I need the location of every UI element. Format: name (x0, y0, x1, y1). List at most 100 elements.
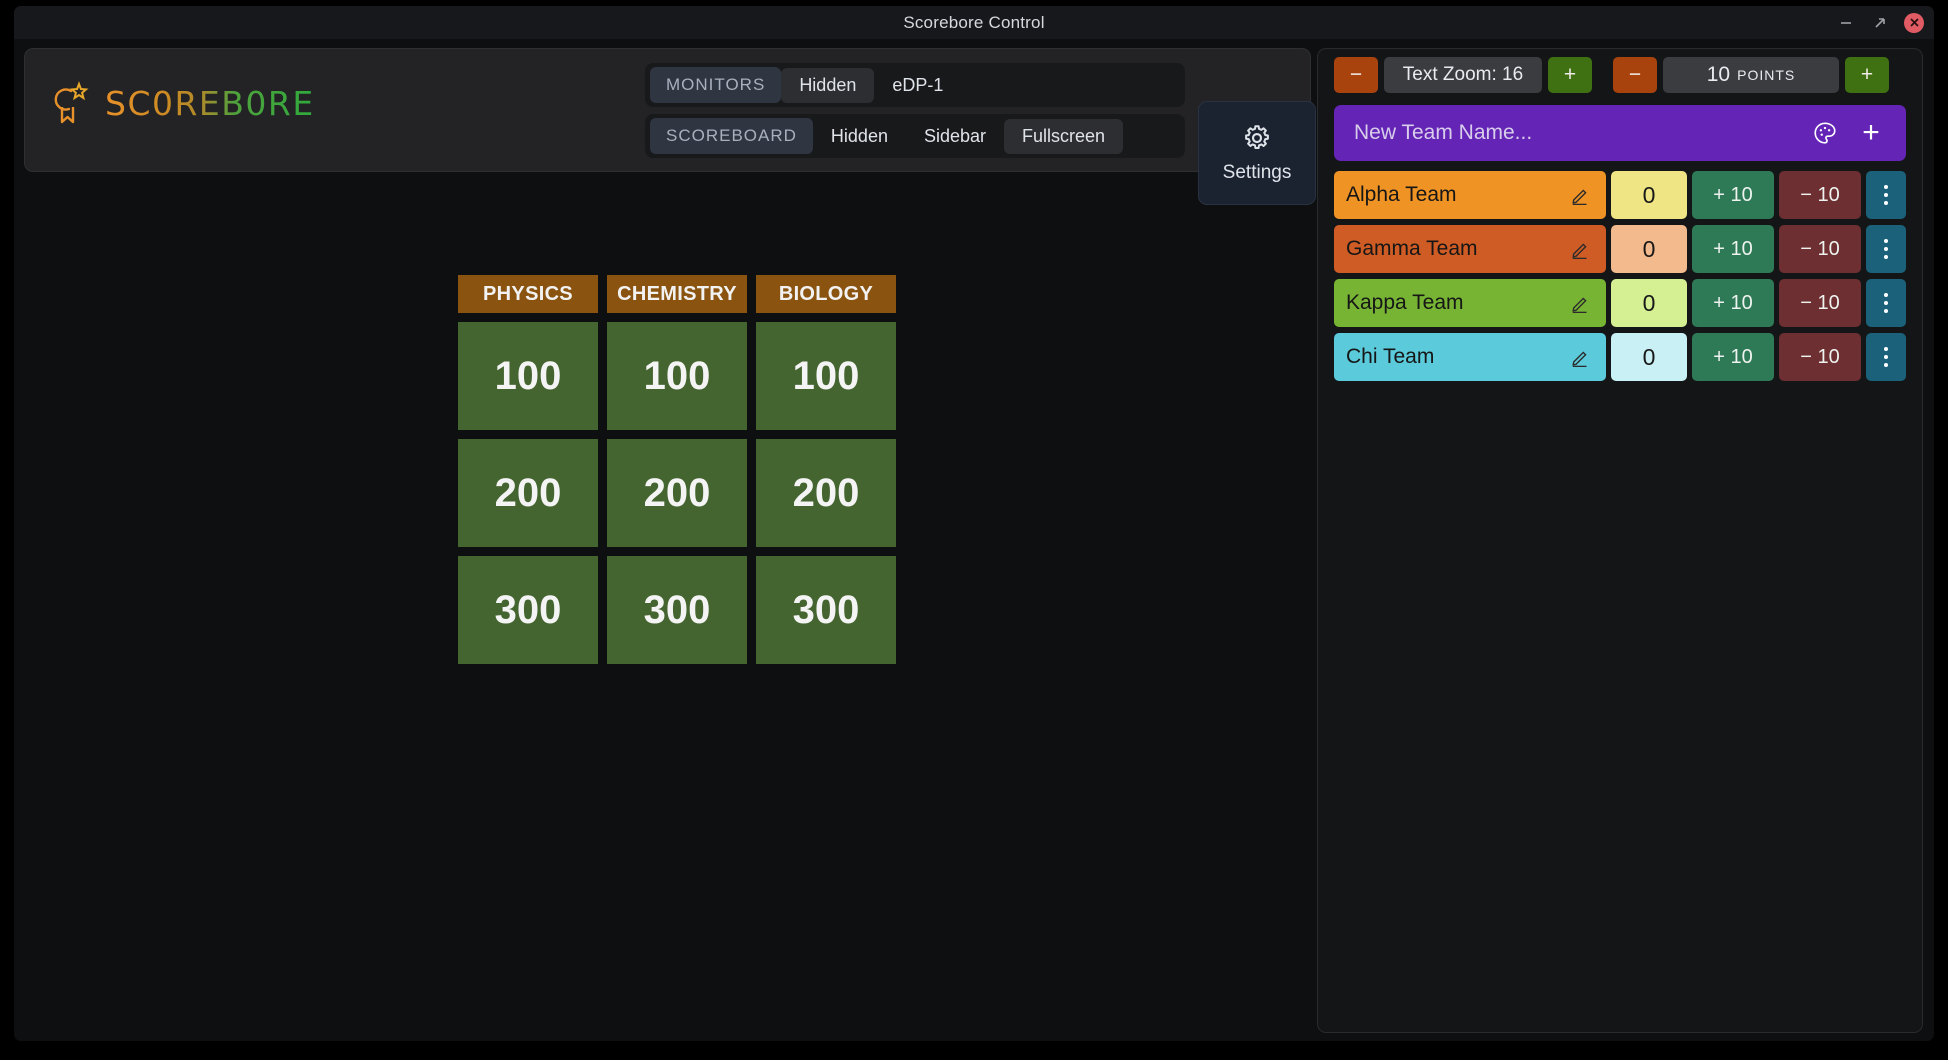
points-amount: 10 (1706, 63, 1731, 86)
team-add-points-button[interactable]: + 10 (1692, 333, 1774, 381)
team-subtract-points-button[interactable]: − 10 (1779, 333, 1861, 381)
team-add-points-button[interactable]: + 10 (1692, 225, 1774, 273)
scoreboard-label: SCOREBOARD (650, 118, 813, 154)
scoreboard-group: SCOREBOARD Hidden Sidebar Fullscreen (645, 114, 1185, 158)
team-name-cell[interactable]: Chi Team (1334, 333, 1606, 381)
team-score-cell[interactable]: 0 (1611, 225, 1687, 273)
points-word: POINTS (1737, 67, 1796, 83)
close-icon[interactable] (1904, 12, 1924, 33)
kebab-dot (1884, 293, 1888, 297)
monitors-group: MONITORS Hidden eDP-1 (645, 63, 1185, 107)
kebab-menu-icon[interactable] (1866, 279, 1906, 327)
table-row: Gamma Team 0 + 10 − 10 (1334, 225, 1906, 273)
team-score-cell[interactable]: 0 (1611, 279, 1687, 327)
teams-panel: − Text Zoom: 16 + − 10 POINTS + New Team… (1317, 48, 1923, 1033)
value-row: 100 100 100 (458, 313, 896, 430)
team-add-points-button[interactable]: + 10 (1692, 171, 1774, 219)
points-decrease-button[interactable]: − (1613, 57, 1657, 93)
text-zoom-stepper: − Text Zoom: 16 + (1334, 57, 1592, 93)
team-name-label: Chi Team (1346, 345, 1435, 368)
window-title: Scorebore Control (903, 12, 1045, 32)
team-score-cell[interactable]: 0 (1611, 171, 1687, 219)
table-row: Kappa Team 0 + 10 − 10 (1334, 279, 1906, 327)
category-cell[interactable]: PHYSICS (458, 275, 598, 313)
value-cell[interactable]: 200 (458, 439, 598, 547)
team-list: Alpha Team 0 + 10 − 10 Gamma Team 0 + 10… (1334, 171, 1906, 381)
team-subtract-points-button[interactable]: − 10 (1779, 279, 1861, 327)
value-cell[interactable]: 100 (607, 322, 747, 430)
points-increase-button[interactable]: + (1845, 57, 1889, 93)
kebab-dot (1884, 239, 1888, 243)
value-row: 300 300 300 (458, 547, 896, 664)
category-cell[interactable]: BIOLOGY (756, 275, 896, 313)
minimize-icon[interactable] (1836, 13, 1856, 33)
scoreboard-option-hidden[interactable]: Hidden (813, 119, 906, 154)
kebab-dot (1884, 363, 1888, 367)
team-subtract-points-button[interactable]: − 10 (1779, 225, 1861, 273)
kebab-dot (1884, 193, 1888, 197)
kebab-menu-icon[interactable] (1866, 333, 1906, 381)
game-board: PHYSICS CHEMISTRY BIOLOGY 100 100 100 20… (458, 275, 896, 664)
kebab-dot (1884, 347, 1888, 351)
team-name-cell[interactable]: Kappa Team (1334, 279, 1606, 327)
monitors-option-hidden[interactable]: Hidden (781, 67, 875, 103)
settings-label: Settings (1222, 161, 1292, 183)
kebab-menu-icon[interactable] (1866, 171, 1906, 219)
pencil-icon[interactable] (1570, 346, 1592, 368)
title-bar: Scorebore Control (14, 6, 1934, 39)
text-zoom-value: Text Zoom: 16 (1384, 57, 1542, 93)
new-team-name-input[interactable] (1352, 120, 1796, 146)
value-cell[interactable]: 300 (607, 556, 747, 664)
team-score-cell[interactable]: 0 (1611, 333, 1687, 381)
value-row: 200 200 200 (458, 430, 896, 547)
team-add-points-button[interactable]: + 10 (1692, 279, 1774, 327)
text-zoom-decrease-button[interactable]: − (1334, 57, 1378, 93)
color-palette-icon[interactable] (1808, 116, 1842, 150)
text-zoom-increase-button[interactable]: + (1548, 57, 1592, 93)
medal-star-icon (54, 81, 89, 124)
team-name-cell[interactable]: Gamma Team (1334, 225, 1606, 273)
pencil-icon[interactable] (1570, 292, 1592, 314)
points-value: 10 POINTS (1663, 57, 1839, 93)
settings-button[interactable]: Settings (1198, 101, 1316, 205)
add-team-button[interactable]: + (1854, 116, 1888, 150)
display-controls: MONITORS Hidden eDP-1 SCOREBOARD Hidden … (645, 63, 1185, 165)
table-row: Alpha Team 0 + 10 − 10 (1334, 171, 1906, 219)
value-cell[interactable]: 100 (458, 322, 598, 430)
team-name-label: Gamma Team (1346, 237, 1478, 260)
pencil-icon[interactable] (1570, 238, 1592, 260)
value-cell[interactable]: 300 (756, 556, 896, 664)
panel-steppers: − Text Zoom: 16 + − 10 POINTS + (1318, 57, 1922, 93)
scoreboard-option-fullscreen[interactable]: Fullscreen (1004, 118, 1124, 154)
team-name-label: Alpha Team (1346, 183, 1457, 206)
new-team-bar: + (1334, 105, 1906, 161)
category-row: PHYSICS CHEMISTRY BIOLOGY (458, 275, 896, 313)
team-name-label: Kappa Team (1346, 291, 1464, 314)
value-cell[interactable]: 200 (607, 439, 747, 547)
table-row: Chi Team 0 + 10 − 10 (1334, 333, 1906, 381)
kebab-dot (1884, 301, 1888, 305)
kebab-dot (1884, 247, 1888, 251)
category-cell[interactable]: CHEMISTRY (607, 275, 747, 313)
window-controls (1836, 6, 1924, 39)
maximize-icon[interactable] (1870, 13, 1890, 33)
value-cell[interactable]: 200 (756, 439, 896, 547)
kebab-dot (1884, 355, 1888, 359)
kebab-dot (1884, 201, 1888, 205)
pencil-icon[interactable] (1570, 184, 1592, 206)
app-window: Scorebore Control SC0REB0RE MONITORS Hid… (0, 0, 1948, 1060)
header-card: SC0REB0RE MONITORS Hidden eDP-1 SCOREBOA… (24, 48, 1316, 205)
value-cell[interactable]: 300 (458, 556, 598, 664)
points-stepper: − 10 POINTS + (1613, 57, 1889, 93)
kebab-dot (1884, 255, 1888, 259)
value-cell[interactable]: 100 (756, 322, 896, 430)
app-body: SC0REB0RE MONITORS Hidden eDP-1 SCOREBOA… (14, 39, 1934, 1041)
scoreboard-option-sidebar[interactable]: Sidebar (906, 119, 1004, 154)
gear-icon (1245, 124, 1269, 149)
kebab-menu-icon[interactable] (1866, 225, 1906, 273)
app-logo-text: SC0REB0RE (105, 83, 315, 123)
team-name-cell[interactable]: Alpha Team (1334, 171, 1606, 219)
team-subtract-points-button[interactable]: − 10 (1779, 171, 1861, 219)
app-logo: SC0REB0RE (49, 81, 315, 125)
monitors-option-edp1[interactable]: eDP-1 (874, 68, 961, 103)
